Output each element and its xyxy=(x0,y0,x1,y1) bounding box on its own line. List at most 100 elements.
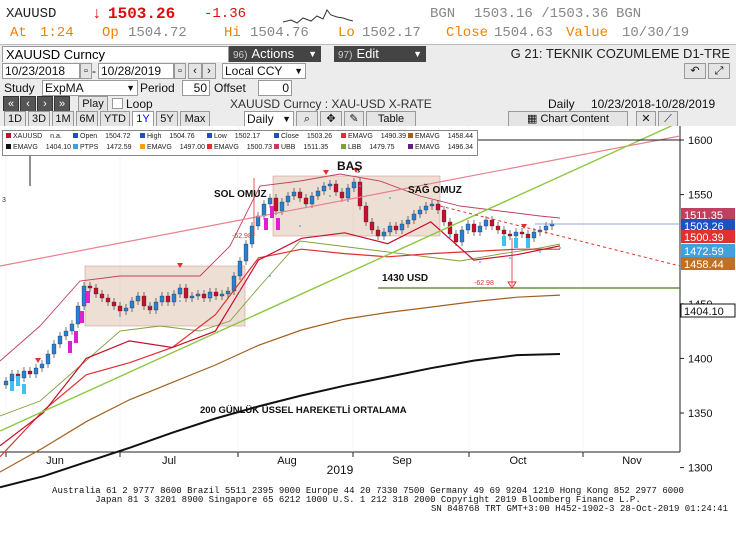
candle-body xyxy=(243,243,249,262)
undo-icon[interactable]: ↶ xyxy=(684,63,706,79)
legend-name: Close xyxy=(281,133,301,140)
annotation-target-height: -62.98 xyxy=(474,280,494,287)
candle-body xyxy=(405,219,411,225)
rewind-icon[interactable]: « xyxy=(3,96,19,112)
ptps-dot xyxy=(329,195,331,197)
period-button-max[interactable]: Max xyxy=(180,111,210,127)
candle-body xyxy=(3,380,9,386)
candle-body xyxy=(213,291,219,297)
prev-range-button[interactable]: ‹ xyxy=(188,63,202,79)
candle-body xyxy=(465,223,471,231)
ptps-dot xyxy=(239,290,241,292)
candle-body xyxy=(279,201,285,212)
next-range-button[interactable]: › xyxy=(202,63,216,79)
play-button[interactable]: Play xyxy=(78,96,108,112)
candle-body xyxy=(543,225,549,231)
candle-body xyxy=(153,301,159,311)
signal-candle xyxy=(10,381,14,391)
signal-candle xyxy=(526,238,530,248)
fast-forward-icon[interactable]: » xyxy=(54,96,70,112)
date-dash: - xyxy=(92,64,96,78)
legend-name: EMAVG xyxy=(13,144,40,151)
candle-body xyxy=(381,231,387,237)
period-button-5y[interactable]: 5Y xyxy=(156,111,178,127)
chart-legend: XAUUSD n.a. Open 1504.72 High 1504.76 Low 1… xyxy=(2,130,478,156)
lo-label: Lo xyxy=(338,25,355,41)
sparkline-icon xyxy=(283,9,353,24)
table-button[interactable]: Table xyxy=(366,111,416,127)
legend-item: PTPS 1472.59 xyxy=(73,144,132,151)
currency-select-value: Local CCY xyxy=(225,64,283,78)
candle-body xyxy=(63,330,69,337)
candle-body xyxy=(177,287,183,295)
loop-checkbox[interactable] xyxy=(112,98,123,109)
draw-icon[interactable]: ✎ xyxy=(344,111,364,127)
legend-swatch xyxy=(6,144,11,149)
candle-body xyxy=(417,209,423,215)
period-button-3d[interactable]: 3D xyxy=(28,111,50,127)
legend-swatch xyxy=(274,133,279,138)
legend-swatch xyxy=(73,133,78,138)
edit-menu-number: 97) xyxy=(338,50,353,61)
lo-value: 1502.17 xyxy=(362,25,421,41)
candle-body xyxy=(93,287,99,295)
x-tick-label: Sep xyxy=(392,455,412,467)
actions-menu-button[interactable]: 96) Actions ▼ xyxy=(229,46,321,62)
chart-content-icon: ▦ xyxy=(527,113,541,125)
chart-content-button[interactable]: ▦ Chart Content xyxy=(508,111,628,127)
candle-body xyxy=(51,343,57,355)
signal-candle xyxy=(270,206,274,218)
edit-menu-button[interactable]: 97) Edit ▼ xyxy=(334,46,426,62)
legend-value: 1490.39 xyxy=(380,133,407,140)
back-icon[interactable]: ‹ xyxy=(20,96,36,112)
study-select[interactable]: ExpMA ▼ xyxy=(42,80,138,96)
start-date-field[interactable]: 10/23/2018 xyxy=(2,63,80,79)
forward-icon[interactable]: › xyxy=(37,96,53,112)
candle-body xyxy=(531,231,537,239)
period-button-ytd[interactable]: YTD xyxy=(100,111,130,127)
security-input[interactable]: XAUUSD Curncy xyxy=(2,46,229,63)
price-chart[interactable]: BAŞ SOL OMUZ SAĞ OMUZ 1430 USD 200 GÜNLÜ… xyxy=(0,121,736,530)
signal-candle xyxy=(22,384,26,394)
pan-icon[interactable]: ✥ xyxy=(320,111,342,127)
expand-icon[interactable]: ⤢ xyxy=(708,63,730,79)
legend-item: High 1504.76 xyxy=(140,133,195,140)
x-tick-label: Oct xyxy=(509,455,526,467)
ptps-dot xyxy=(559,247,561,249)
offset-input[interactable]: 0 xyxy=(258,80,292,96)
legend-value: 1472.59 xyxy=(106,144,132,151)
period-input[interactable]: 50 xyxy=(182,80,210,96)
legend-swatch xyxy=(6,133,11,138)
candle-body xyxy=(285,195,291,203)
draw-line-icon[interactable]: ⟋ xyxy=(658,111,678,127)
candle-body xyxy=(21,370,27,379)
calendar-icon[interactable]: ▫ xyxy=(80,63,92,79)
candle-body xyxy=(363,205,369,223)
range-value: 10/23/2018-10/28/2019 xyxy=(591,97,716,111)
y-tick-label: 1600 xyxy=(688,135,712,147)
end-date-field[interactable]: 10/28/2019 xyxy=(98,63,174,79)
period-button-6m[interactable]: 6M xyxy=(76,111,98,127)
calendar-icon[interactable]: ▫ xyxy=(174,63,186,79)
price-tag: 1458.44 xyxy=(681,257,735,271)
caret-down-icon: ▼ xyxy=(126,83,135,93)
frequency-select[interactable]: Daily ▼ xyxy=(244,111,294,127)
chart-content-label: Chart Content xyxy=(540,113,609,125)
period-button-1m[interactable]: 1M xyxy=(52,111,74,127)
delete-icon[interactable]: ✕ xyxy=(636,111,656,127)
currency-select[interactable]: Local CCY ▼ xyxy=(222,63,306,79)
candle-body xyxy=(135,295,141,302)
hi-label: Hi xyxy=(224,25,241,41)
zoom-icon[interactable]: ⌕ xyxy=(296,111,318,127)
period-button-1d[interactable]: 1D xyxy=(4,111,26,127)
legend-name: EMAVG xyxy=(147,144,174,151)
price-tag: 1500.39 xyxy=(681,230,735,244)
candle xyxy=(357,178,363,210)
candle-body xyxy=(165,295,171,303)
legend-value: 1497.00 xyxy=(179,144,206,151)
price-tag-label: 1472.59 xyxy=(684,246,724,258)
period-button-1y[interactable]: 1Y xyxy=(132,111,154,127)
quote-change: -1.36 xyxy=(204,6,247,22)
value-date: 10/30/19 xyxy=(622,25,690,41)
candle-body xyxy=(189,295,195,299)
